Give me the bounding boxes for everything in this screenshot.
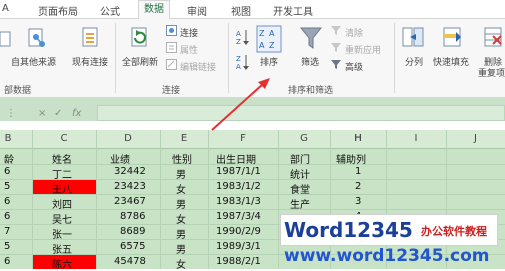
watermark-url: www.word12345.com	[284, 246, 490, 266]
watermark-brand: Word12345	[284, 218, 413, 242]
watermark-logo: Word12345 办公软件教程	[280, 214, 498, 246]
watermark-tagline: 办公软件教程	[421, 225, 487, 238]
